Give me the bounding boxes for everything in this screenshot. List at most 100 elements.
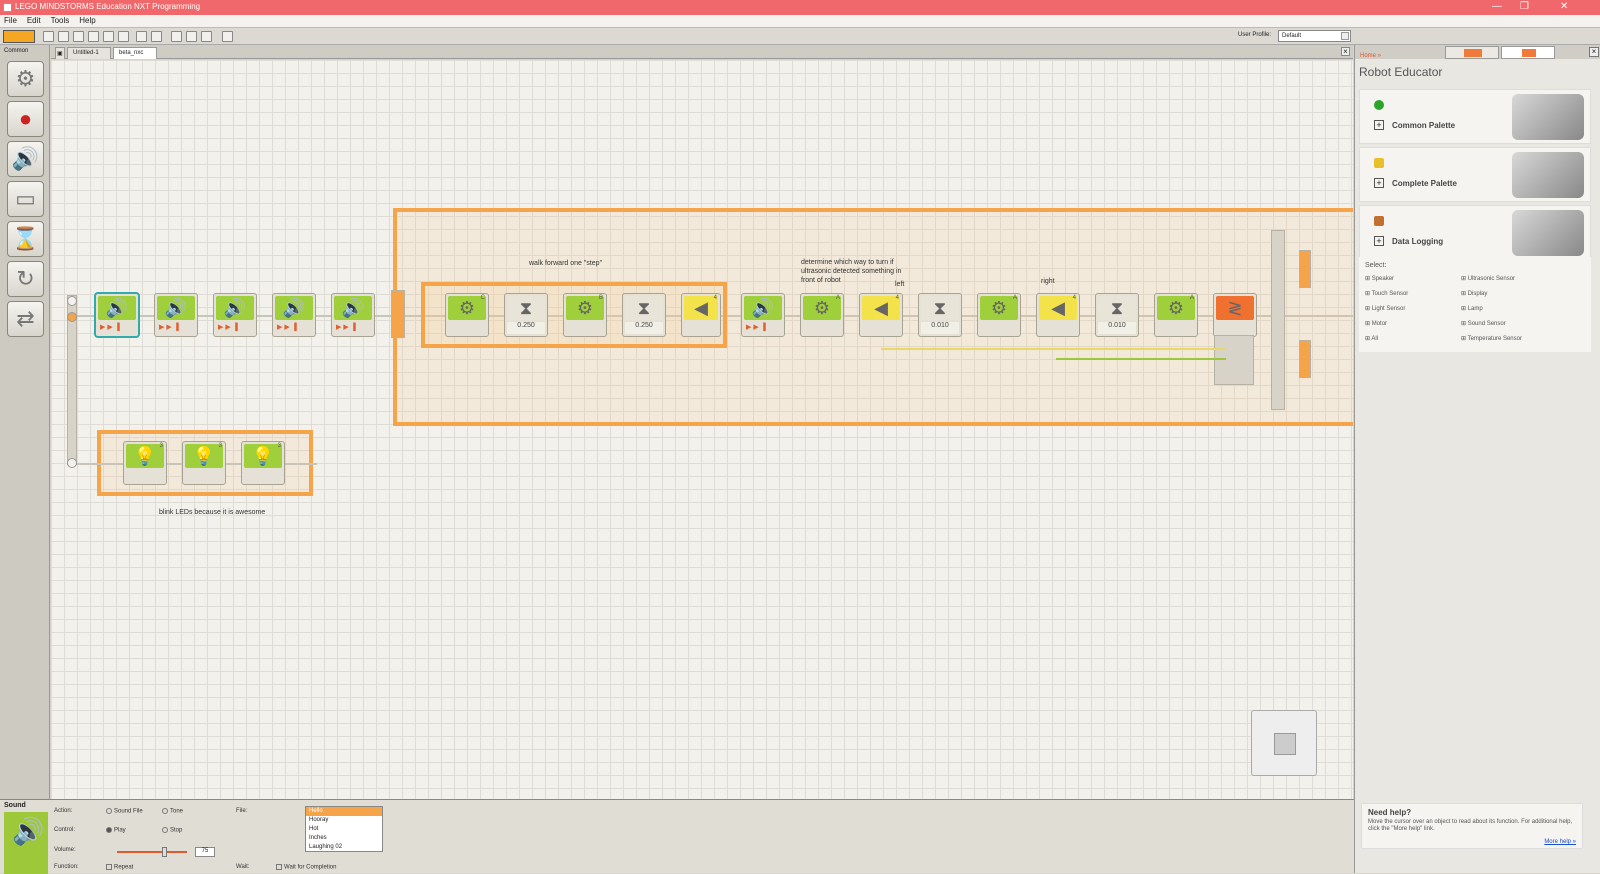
action-tone-radio[interactable]: Tone: [162, 808, 183, 815]
start-point-icon[interactable]: [67, 312, 77, 322]
tab-untitled[interactable]: Untitled-1: [67, 47, 111, 59]
select-lamp[interactable]: ⊞ Lamp: [1461, 305, 1483, 312]
volume-slider[interactable]: [117, 851, 187, 853]
program-canvas[interactable]: 🔊 ▶▶▐ 🔊 ▶▶▐ 🔊 ▶▶▐ 🔊 ▶▶▐ 🔊 ▶▶▐ walk forward on…: [51, 60, 1353, 799]
list-item[interactable]: Hello: [306, 807, 382, 816]
list-item[interactable]: Laughing 02: [306, 843, 382, 852]
select-motor[interactable]: ⊞ Motor: [1365, 320, 1387, 327]
comment-tool-icon[interactable]: [201, 31, 212, 42]
menu-edit[interactable]: Edit: [23, 15, 45, 26]
repeat-checkbox[interactable]: Repeat: [106, 864, 133, 871]
more-help-link[interactable]: More help »: [1544, 839, 1576, 845]
custom-palette-icon[interactable]: [222, 31, 233, 42]
select-sound[interactable]: ⊞ Sound Sensor: [1461, 320, 1506, 327]
save-icon[interactable]: [73, 31, 84, 42]
new-file-icon[interactable]: [43, 31, 54, 42]
sound-block[interactable]: 🔊 ▶▶▐: [213, 293, 257, 337]
record-play-icon[interactable]: ●: [7, 101, 44, 137]
card-common-palette[interactable]: + Common Palette: [1359, 89, 1591, 144]
sound-block[interactable]: 🔊 ▶▶▐: [272, 293, 316, 337]
cut-icon[interactable]: [88, 31, 99, 42]
display-block-icon[interactable]: ▭: [7, 181, 44, 217]
tab-my-portal[interactable]: [1501, 46, 1555, 59]
list-item[interactable]: Hot: [306, 825, 382, 834]
tab-list-icon[interactable]: ▣: [55, 47, 65, 59]
card-data-logging[interactable]: + Data Logging: [1359, 205, 1591, 260]
navigation-widget[interactable]: [1251, 710, 1317, 776]
tab-robot-educator[interactable]: [1445, 46, 1499, 59]
wait-time-block[interactable]: ⧗ 0.010: [918, 293, 962, 337]
close-panel-icon[interactable]: ×: [1589, 47, 1599, 57]
file-list[interactable]: Hello Hooray Hot Inches Laughing 02: [305, 806, 383, 852]
lamp-block[interactable]: 💡 3: [182, 441, 226, 485]
sound-block[interactable]: 🔊 ▶▶▐: [331, 293, 375, 337]
play-icon[interactable]: [1274, 733, 1296, 755]
undo-icon[interactable]: [136, 31, 147, 42]
control-stop-radio[interactable]: Stop: [162, 827, 182, 834]
list-item[interactable]: Inches: [306, 834, 382, 843]
control-play-radio[interactable]: Play: [106, 827, 126, 834]
loop-count-block[interactable]: ◀ 4: [681, 293, 721, 337]
close-tab-icon[interactable]: ×: [1341, 47, 1350, 56]
select-temperature[interactable]: ⊞ Temperature Sensor: [1461, 335, 1522, 342]
green-circle-icon: [1374, 100, 1384, 110]
motor-block-a[interactable]: ⚙ A: [977, 293, 1021, 337]
menu-help[interactable]: Help: [75, 15, 99, 26]
move-block-icon[interactable]: ⚙: [7, 61, 44, 97]
motor-port: A: [835, 295, 840, 301]
select-speaker[interactable]: ⊞ Speaker: [1365, 275, 1394, 282]
select-display[interactable]: ⊞ Display: [1461, 290, 1487, 297]
wait-block-icon[interactable]: ⌛: [7, 221, 44, 257]
breadcrumb-home[interactable]: Home »: [1360, 53, 1381, 59]
lamp-block[interactable]: 💡 3: [123, 441, 167, 485]
comment-blink[interactable]: blink LEDs because it is awesome: [159, 508, 265, 517]
user-profile-select[interactable]: Default: [1278, 30, 1351, 42]
comment-right[interactable]: right: [1041, 277, 1055, 286]
lamp-block[interactable]: 💡 3: [241, 441, 285, 485]
close-button[interactable]: ✕: [1560, 1, 1568, 12]
motor-block-a[interactable]: ⚙ A: [800, 293, 844, 337]
wait-time-block[interactable]: ⧗ 0.010: [1095, 293, 1139, 337]
wait-completion-checkbox[interactable]: Wait for Completion: [276, 864, 336, 871]
loop-block-icon[interactable]: ↻: [7, 261, 44, 297]
card-complete-palette[interactable]: + Complete Palette: [1359, 147, 1591, 202]
compare-block[interactable]: ≷: [1213, 293, 1257, 337]
wait-time-block[interactable]: ⧗ 0.250: [622, 293, 666, 337]
expand-icon[interactable]: +: [1374, 236, 1384, 246]
redo-icon[interactable]: [151, 31, 162, 42]
volume-slider-handle[interactable]: [162, 847, 167, 857]
paste-icon[interactable]: [118, 31, 129, 42]
sound-block[interactable]: 🔊 ▶▶▐: [95, 293, 139, 337]
ultrasonic-sensor-block-right[interactable]: ◀ 4: [1036, 293, 1080, 337]
expand-icon[interactable]: +: [1374, 120, 1384, 130]
select-ultrasonic[interactable]: ⊞ Ultrasonic Sensor: [1461, 275, 1515, 282]
comment-left[interactable]: left: [895, 280, 904, 289]
pan-tool-icon[interactable]: [186, 31, 197, 42]
maximize-button[interactable]: ❐: [1520, 1, 1529, 12]
motor-block-a[interactable]: ⚙ A: [1154, 293, 1198, 337]
copy-icon[interactable]: [103, 31, 114, 42]
switch-block-icon[interactable]: ⇄: [7, 301, 44, 337]
open-file-icon[interactable]: [58, 31, 69, 42]
comment-walk[interactable]: walk forward one "step": [529, 259, 602, 268]
menu-file[interactable]: File: [0, 15, 21, 26]
list-item[interactable]: Hooray: [306, 816, 382, 825]
minimize-button[interactable]: —: [1492, 1, 1502, 12]
pointer-tool-icon[interactable]: [171, 31, 182, 42]
select-all[interactable]: ⊞ All: [1365, 335, 1378, 342]
motor-block-b[interactable]: ⚙ B: [563, 293, 607, 337]
menu-tools[interactable]: Tools: [47, 15, 74, 26]
volume-input[interactable]: 75: [195, 847, 215, 857]
select-touch[interactable]: ⊞ Touch Sensor: [1365, 290, 1408, 297]
switch-block[interactable]: [1271, 230, 1285, 410]
action-sound-file-radio[interactable]: Sound File: [106, 808, 143, 815]
motor-block-c[interactable]: ⚙ C: [445, 293, 489, 337]
sound-block-icon[interactable]: 🔊: [7, 141, 44, 177]
expand-icon[interactable]: +: [1374, 178, 1384, 188]
ultrasonic-sensor-block-left[interactable]: ◀ 4: [859, 293, 903, 337]
wait-time-block[interactable]: ⧗ 0.250: [504, 293, 548, 337]
tab-beta[interactable]: beta_nxc: [113, 47, 157, 59]
select-light[interactable]: ⊞ Light Sensor: [1365, 305, 1405, 312]
sound-block[interactable]: 🔊 ▶▶▐: [741, 293, 785, 337]
sound-block[interactable]: 🔊 ▶▶▐: [154, 293, 198, 337]
